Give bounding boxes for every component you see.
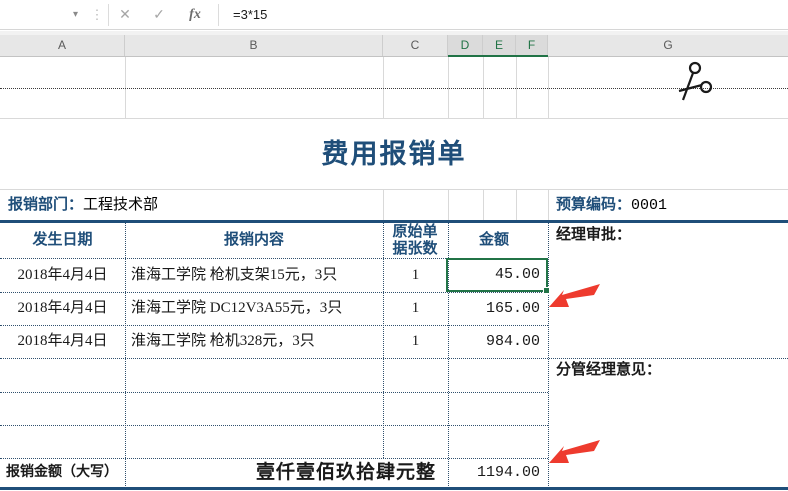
total-label[interactable]: 报销金额（大写） xyxy=(6,458,118,488)
department-cell[interactable]: 报销部门： 工程技术部 xyxy=(8,190,158,221)
confirm-button[interactable]: ✓ xyxy=(144,0,174,29)
cell-amount-row3[interactable]: 984.00 xyxy=(448,325,540,358)
gridline xyxy=(483,189,484,220)
cell-count-row2[interactable]: 1 xyxy=(383,292,448,325)
total-amount[interactable]: 1194.00 xyxy=(448,458,540,488)
header-cell-date[interactable]: 发生日期 xyxy=(0,223,125,258)
table-border xyxy=(125,223,126,488)
spreadsheet-window: ▾ ⋮ ✕ ✓ fx =3*15 A B C D E F G 费用报销单 报销部… xyxy=(0,0,788,491)
table-border xyxy=(0,358,788,359)
red-arrow-annotation xyxy=(549,440,600,463)
sheet-grid: 费用报销单 报销部门： 工程技术部 预算编码： 0001 发生日期 报销内容 原… xyxy=(0,57,788,491)
cell-content-row2[interactable]: 淮海工学院 DC12V3A55元，3只 xyxy=(131,292,381,325)
scissors-icon xyxy=(678,61,713,101)
name-box-dropdown-icon[interactable]: ▾ xyxy=(73,9,78,20)
selected-cell-outline[interactable] xyxy=(446,258,550,294)
budget-code-cell[interactable]: 预算编码： 0001 xyxy=(556,190,667,221)
budget-code-label: 预算编码： xyxy=(556,197,632,213)
formula-bar-resize-dots-icon: ⋮ xyxy=(90,7,104,22)
column-header-a[interactable]: A xyxy=(0,35,125,57)
red-arrow-annotation xyxy=(549,284,600,307)
gridline xyxy=(383,189,384,220)
cell-amount-row2[interactable]: 165.00 xyxy=(448,292,540,325)
divider xyxy=(108,4,109,26)
department-value: 工程技术部 xyxy=(83,197,159,213)
form-title[interactable]: 费用报销单 xyxy=(0,128,788,180)
header-cell-content[interactable]: 报销内容 xyxy=(125,223,383,258)
cell-date-row1[interactable]: 2018年4月4日 xyxy=(0,258,125,292)
manager-approval-label[interactable]: 经理审批： xyxy=(556,225,631,245)
header-cell-amount[interactable]: 金额 xyxy=(448,223,540,258)
insert-function-button[interactable]: fx xyxy=(180,0,210,29)
header-cell-count[interactable]: 原始单据张数 xyxy=(390,224,440,258)
column-header-c[interactable]: C xyxy=(383,35,448,57)
deputy-manager-label[interactable]: 分管经理意见： xyxy=(556,360,661,380)
total-in-words[interactable]: 壹仟壹佰玖拾肆元整 xyxy=(125,458,436,488)
cell-count-row3[interactable]: 1 xyxy=(383,325,448,358)
column-header-d[interactable]: D xyxy=(448,35,483,57)
department-label: 报销部门： xyxy=(8,197,84,213)
gridline xyxy=(548,189,549,220)
cell-date-row3[interactable]: 2018年4月4日 xyxy=(0,325,125,358)
cell-content-row3[interactable]: 淮海工学院 枪机328元，3只 xyxy=(131,325,381,358)
cell-count-row1[interactable]: 1 xyxy=(383,258,448,292)
column-header-b[interactable]: B xyxy=(125,35,383,57)
divider xyxy=(218,4,219,26)
page-break-dotted-line xyxy=(0,88,788,89)
column-header-f[interactable]: F xyxy=(516,35,548,57)
name-box[interactable]: ▾ xyxy=(0,0,88,29)
cancel-button[interactable]: ✕ xyxy=(110,0,140,29)
column-header-g[interactable]: G xyxy=(548,35,788,57)
formula-bar: ▾ ⋮ ✕ ✓ fx =3*15 xyxy=(0,0,788,30)
budget-code-value: 0001 xyxy=(631,197,668,214)
formula-input[interactable]: =3*15 xyxy=(233,0,267,29)
table-border xyxy=(0,392,548,393)
divider xyxy=(0,487,788,490)
gridline xyxy=(448,189,449,220)
table-border xyxy=(0,425,548,426)
column-header-e[interactable]: E xyxy=(483,35,516,57)
gridline xyxy=(516,189,517,220)
cell-content-row1[interactable]: 淮海工学院 枪机支架15元，3只 xyxy=(131,258,381,292)
gridline xyxy=(0,118,788,119)
cell-date-row2[interactable]: 2018年4月4日 xyxy=(0,292,125,325)
